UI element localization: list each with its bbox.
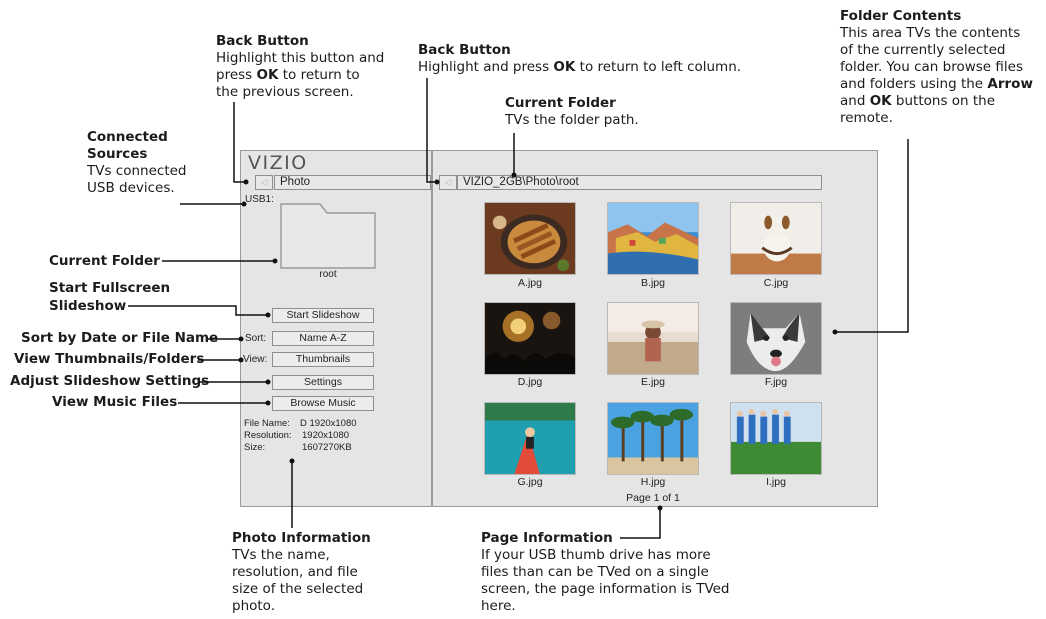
view-button[interactable]: Thumbnails	[272, 352, 374, 367]
column-divider	[431, 150, 433, 507]
callout-view: View Thumbnails/Folders	[14, 351, 205, 367]
callout-text: Highlight this button and	[216, 50, 385, 66]
callout-title: Photo Information	[232, 530, 371, 546]
thumbnail-i[interactable]	[730, 402, 822, 475]
usb-source-label[interactable]: USB1:	[245, 194, 274, 205]
callout-text: and folders using the Arrow	[840, 76, 1033, 92]
callout-current-folder: Current Folder	[49, 253, 160, 269]
callout-text: If your USB thumb drive has more	[481, 547, 711, 563]
thumbnail-i-caption: I.jpg	[766, 476, 786, 488]
callout-current-folder-path: Current Folder TVs the folder path.	[505, 95, 639, 129]
thumbnail-b[interactable]	[607, 202, 699, 275]
callout-text: of the currently selected	[840, 42, 1006, 58]
callout-start-fullscreen-line2: Slideshow	[49, 298, 127, 314]
thumbnail-f-caption: F.jpg	[764, 376, 788, 388]
callout-text: Highlight and press OK to return to left…	[418, 59, 742, 75]
callout-folder-contents: Folder Contents This area TVs the conten…	[840, 8, 1033, 127]
callout-title: Folder Contents	[840, 8, 962, 24]
callout-text: and OK buttons on the	[840, 93, 996, 109]
thumbnail-d-caption: D.jpg	[517, 376, 543, 388]
callout-page-information: Page Information If your USB thumb drive…	[481, 530, 730, 615]
callout-text: USB devices.	[87, 180, 175, 196]
callout-text: files than can be TVed on a single	[481, 564, 709, 580]
thumbnail-e-caption: E.jpg	[641, 376, 665, 388]
thumbnail-c-caption: C.jpg	[763, 277, 789, 289]
back-arrow-icon: ◁	[260, 177, 268, 187]
thumbnail-d[interactable]	[484, 302, 576, 375]
folder-name: root	[319, 269, 337, 280]
page-info: Page 1 of 1	[626, 492, 680, 504]
resolution-value: 1920x1080	[302, 430, 350, 441]
callout-text: TVs the name,	[232, 547, 330, 563]
callout-text: resolution, and file	[232, 564, 358, 580]
sort-button[interactable]: Name A-Z	[272, 331, 374, 346]
left-back-button[interactable]: ◁	[255, 175, 273, 190]
thumbnail-a-caption: A.jpg	[518, 277, 542, 289]
resolution-label: Resolution:	[244, 430, 292, 441]
right-path-bar: VIZIO_2GB\Photo\root	[457, 175, 822, 190]
size-label: Size:	[244, 442, 266, 453]
callout-text: screen, the page information is TVed	[481, 581, 730, 597]
back-arrow-icon: ◁	[444, 177, 452, 187]
sort-label: Sort:	[245, 333, 267, 344]
file-name-label: File Name:	[244, 418, 290, 429]
callout-back-button-left: Back Button Highlight this button and pr…	[216, 33, 384, 101]
callout-text: the previous screen.	[216, 84, 354, 100]
callout-text: remote.	[840, 110, 893, 126]
thumbnail-a[interactable]	[484, 202, 576, 275]
callout-sort: Sort by Date or File Name	[21, 330, 219, 346]
callout-text: photo.	[232, 598, 275, 614]
thumbnail-c[interactable]	[730, 202, 822, 275]
browse-music-button[interactable]: Browse Music	[272, 396, 374, 411]
callout-music: View Music Files	[52, 394, 178, 410]
callout-title: Back Button	[216, 33, 309, 49]
callout-photo-information: Photo Information TVs the name, resoluti…	[232, 530, 371, 615]
callout-title: Current Folder	[505, 95, 616, 111]
thumbnail-f[interactable]	[730, 302, 822, 375]
left-path-bar: Photo	[274, 175, 431, 190]
callout-connected-sources: Connected Sources TVs connected USB devi…	[87, 129, 187, 197]
callout-text: folder. You can browse files	[840, 59, 1023, 75]
vizio-logo: VIZIO	[248, 152, 308, 174]
callout-title: Sources	[87, 146, 148, 162]
size-value: 1607270KB	[302, 442, 352, 453]
callout-title: Connected	[87, 129, 168, 145]
thumbnail-g[interactable]	[484, 402, 576, 475]
callout-text: size of the selected	[232, 581, 364, 597]
callout-text: This area TVs the contents	[840, 25, 1021, 41]
callout-text: press OK to return to	[216, 67, 360, 83]
callout-title: Back Button	[418, 42, 511, 58]
thumbnail-h[interactable]	[607, 402, 699, 475]
start-slideshow-button[interactable]: Start Slideshow	[272, 308, 374, 323]
callout-title: Page Information	[481, 530, 613, 546]
callout-text: TVs the folder path.	[505, 112, 639, 128]
file-name-value: D 1920x1080	[300, 418, 357, 429]
callout-text: TVs connected	[87, 163, 187, 179]
thumbnail-h-caption: H.jpg	[640, 476, 666, 488]
settings-button[interactable]: Settings	[272, 375, 374, 390]
folder-icon[interactable]	[280, 203, 376, 269]
thumbnail-b-caption: B.jpg	[641, 277, 665, 289]
view-label: View:	[243, 354, 268, 365]
callout-start-fullscreen-line1: Start Fullscreen	[49, 280, 171, 296]
callout-back-button-right: Back Button Highlight and press OK to re…	[418, 42, 741, 76]
thumbnail-g-caption: G.jpg	[517, 476, 543, 488]
thumbnail-e[interactable]	[607, 302, 699, 375]
right-back-button[interactable]: ◁	[439, 175, 457, 190]
callout-adjust-settings: Adjust Slideshow Settings	[10, 373, 210, 389]
callout-text: here.	[481, 598, 516, 614]
